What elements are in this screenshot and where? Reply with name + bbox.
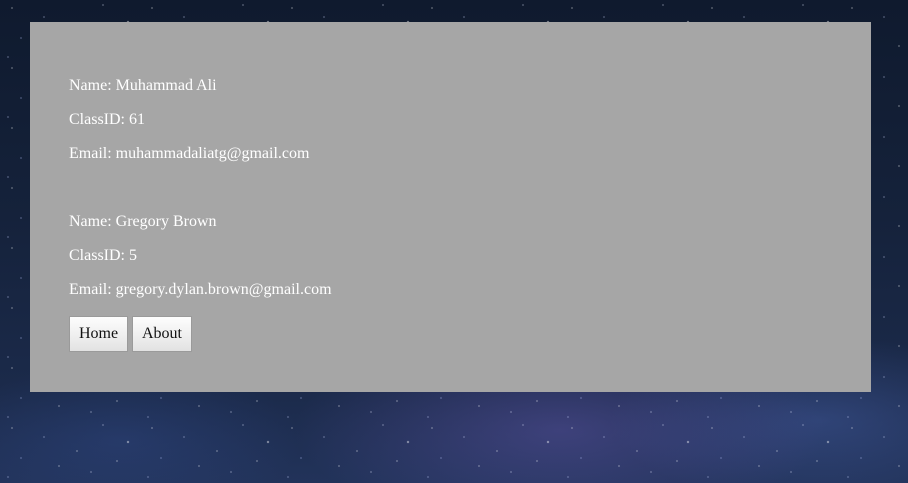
student-name: Name: Muhammad Ali — [69, 77, 217, 94]
about-button[interactable]: About — [132, 316, 192, 352]
content-panel: Name: Muhammad Ali ClassID: 61 Email: mu… — [30, 22, 871, 392]
student-class-id: ClassID: 61 — [69, 111, 145, 128]
student-email: Email: muhammadaliatg@gmail.com — [69, 145, 310, 162]
student-class-id: ClassID: 5 — [69, 247, 137, 264]
student-name: Name: Gregory Brown — [69, 213, 217, 230]
student-email: Email: gregory.dylan.brown@gmail.com — [69, 281, 332, 298]
home-button[interactable]: Home — [69, 316, 129, 352]
